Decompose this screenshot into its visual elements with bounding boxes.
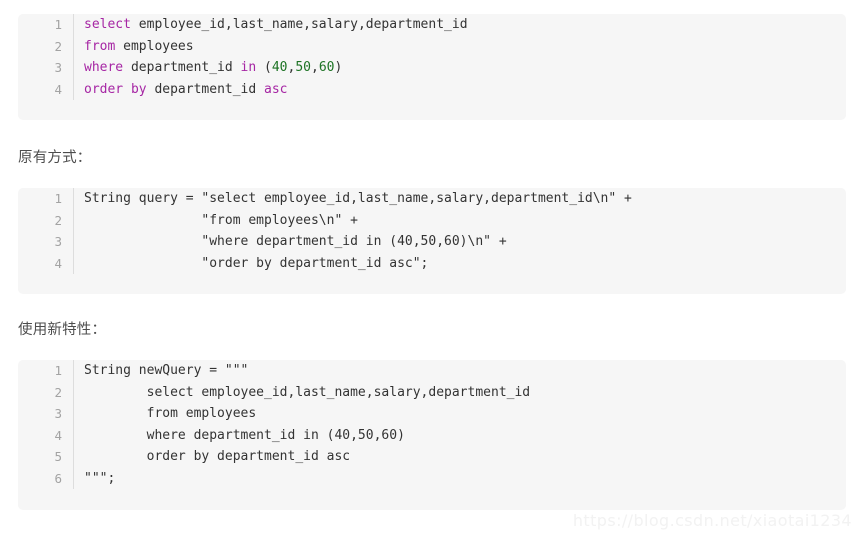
code-line: 3 where department_id in (40,50,60) — [18, 57, 846, 79]
line-number: 3 — [18, 231, 74, 253]
code-token-plain: "order by department_id asc"; — [84, 255, 429, 271]
code-line-content[interactable]: select employee_id,last_name,salary,depa… — [74, 14, 847, 36]
code-line: 4 "order by department_id asc"; — [18, 252, 847, 275]
line-number: 3 — [18, 57, 74, 79]
code-token-plain: "from employees\n" + — [84, 212, 358, 228]
line-number: 1 — [18, 188, 74, 210]
line-number: 4 — [18, 78, 74, 100]
code-line: 5 order by department_id asc — [18, 446, 846, 468]
code-line-content[interactable]: "order by department_id asc"; — [74, 253, 847, 275]
watermark-url: https://blog.csdn.net/xiaotai1234 — [572, 511, 852, 530]
code-line-content[interactable]: where department_id in (40,50,60) — [74, 57, 847, 79]
code-token-plain: employee_id,last_name,salary,department_… — [130, 17, 468, 32]
code-line-content[interactable]: order by department_id asc — [74, 446, 847, 468]
code-token-plain: select employee_id,last_name,salary,depa… — [84, 384, 531, 400]
code-token-plain: "where department_id in (40,50,60)\n" + — [84, 234, 507, 249]
code-token-plain: department_id — [146, 81, 265, 97]
code-line-content[interactable]: "from employees\n" + — [74, 210, 847, 232]
code-token-plain: String newQuery = """ — [84, 363, 249, 378]
line-number: 2 — [18, 381, 74, 403]
code-table: 1 String query = "select employee_id,last… — [18, 188, 846, 274]
code-block-old-approach-block: 1 String query = "select employee_id,last… — [18, 188, 846, 294]
code-line: 1 String newQuery = """ — [18, 360, 846, 382]
code-token-number: 50 — [295, 60, 311, 75]
code-line-content[interactable]: from employees — [74, 36, 847, 58]
code-line: 1 String query = "select employee_id,last… — [18, 188, 846, 210]
code-token-keyword: asc — [264, 81, 288, 97]
code-token-keyword: order — [84, 81, 124, 97]
heading-old-approach: 原有方式： — [18, 150, 92, 166]
code-body: 1 select employee_id,last_name,salary,dep… — [18, 14, 846, 100]
code-line: 4 order by department_id asc — [18, 78, 847, 101]
code-token-keyword: in — [240, 60, 257, 75]
code-body: 1 String newQuery = """ 2 select employee_… — [18, 360, 846, 489]
code-token-number: 40 — [271, 60, 288, 75]
line-number: 1 — [18, 360, 74, 382]
code-token-keyword: where — [84, 60, 124, 75]
page-canvas: 1 select employee_id,last_name,salary,dep… — [0, 0, 868, 536]
line-number: 5 — [18, 446, 74, 468]
code-line-content[interactable]: """; — [74, 468, 847, 490]
line-number: 4 — [18, 424, 74, 446]
code-block-new-feature-block: 1 String newQuery = """ 2 select employee_… — [18, 360, 846, 510]
code-token-keyword: from — [84, 38, 116, 54]
code-line-content[interactable]: String newQuery = """ — [74, 360, 847, 382]
heading-new-feature: 使用新特性： — [18, 322, 107, 338]
code-line: 4 where department_id in (40,50,60) — [18, 424, 847, 447]
code-token-number: 60 — [318, 60, 335, 75]
code-line: 2 from employees — [18, 35, 847, 58]
line-number: 3 — [18, 403, 74, 425]
code-token-plain: ) — [334, 60, 343, 75]
code-line: 2 "from employees\n" + — [18, 209, 847, 232]
code-body: 1 String query = "select employee_id,last… — [18, 188, 846, 274]
code-line-content[interactable]: String query = "select employee_id,last_… — [74, 188, 847, 210]
line-number: 2 — [18, 35, 74, 57]
code-token-plain: , — [311, 60, 319, 75]
code-token-plain: employees — [115, 38, 194, 54]
code-line-content[interactable]: "where department_id in (40,50,60)\n" + — [74, 231, 847, 253]
code-token-plain: from employees — [84, 406, 257, 421]
code-token-plain: department_id — [123, 60, 241, 75]
code-block-sql-query-block: 1 select employee_id,last_name,salary,dep… — [18, 14, 846, 120]
code-token-keyword: by — [130, 81, 147, 97]
line-number: 6 — [18, 467, 74, 489]
line-number: 4 — [18, 252, 74, 274]
code-line-content[interactable]: from employees — [74, 403, 847, 425]
code-table: 1 String newQuery = """ 2 select employee_… — [18, 360, 846, 489]
code-line: 2 select employee_id,last_name,salary,de… — [18, 381, 847, 404]
code-table: 1 select employee_id,last_name,salary,dep… — [18, 14, 846, 100]
line-number: 2 — [18, 209, 74, 231]
line-number: 1 — [18, 14, 74, 36]
code-line-content[interactable]: select employee_id,last_name,salary,depa… — [74, 382, 847, 404]
code-token-plain: order by department_id asc — [84, 449, 351, 464]
code-line: 3 "where department_id in (40,50,60)\n" … — [18, 231, 846, 253]
code-token-plain: String query = "select employee_id,last_… — [84, 191, 632, 206]
code-token-plain: """; — [84, 470, 116, 486]
code-token-keyword: select — [84, 17, 131, 32]
code-line: 3 from employees — [18, 403, 846, 425]
code-token-plain: ( — [256, 60, 272, 75]
code-line-content[interactable]: order by department_id asc — [74, 79, 847, 101]
code-line: 6 """; — [18, 467, 847, 490]
code-line: 1 select employee_id,last_name,salary,dep… — [18, 14, 846, 36]
code-token-plain: where department_id in (40,50,60) — [84, 427, 405, 443]
code-line-content[interactable]: where department_id in (40,50,60) — [74, 425, 847, 447]
